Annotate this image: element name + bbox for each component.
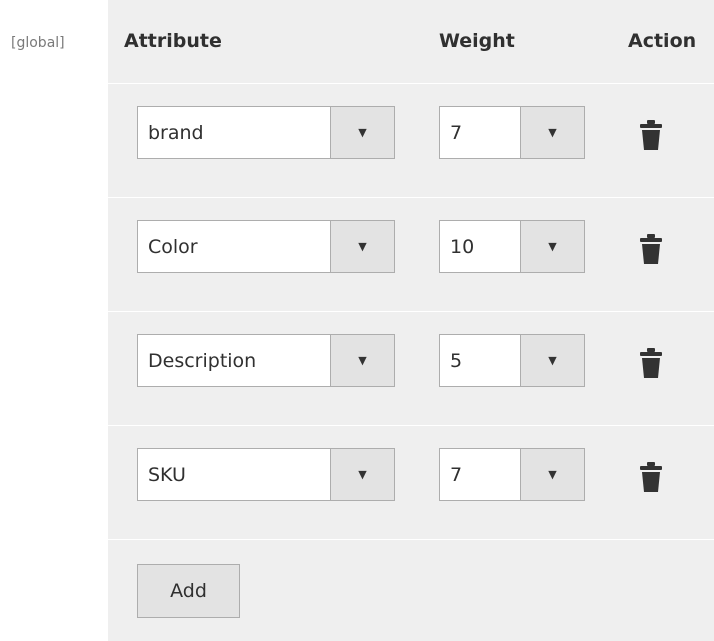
attribute-select-value: brand: [148, 121, 204, 144]
chevron-down-icon[interactable]: ▼: [520, 449, 584, 500]
trash-icon[interactable]: [639, 462, 663, 492]
column-header-action: Action: [628, 30, 697, 52]
chevron-down-icon[interactable]: ▼: [520, 221, 584, 272]
attribute-select[interactable]: Description ▼: [137, 334, 395, 387]
chevron-down-icon[interactable]: ▼: [520, 107, 584, 158]
attribute-select[interactable]: Color ▼: [137, 220, 395, 273]
weight-select-value: 5: [450, 349, 463, 372]
add-button[interactable]: Add: [137, 564, 240, 618]
attribute-select-value: SKU: [148, 463, 186, 486]
weight-select[interactable]: 7 ▼: [439, 448, 585, 501]
chevron-down-icon[interactable]: ▼: [330, 335, 394, 386]
chevron-down-icon[interactable]: ▼: [330, 107, 394, 158]
weight-select[interactable]: 10 ▼: [439, 220, 585, 273]
chevron-down-icon[interactable]: ▼: [520, 335, 584, 386]
attribute-select-value: Color: [148, 235, 198, 258]
weight-select[interactable]: 5 ▼: [439, 334, 585, 387]
trash-icon[interactable]: [639, 120, 663, 150]
column-header-weight: Weight: [439, 30, 515, 52]
table-row: Description ▼ 5 ▼: [108, 312, 714, 426]
trash-icon[interactable]: [639, 234, 663, 264]
table-row: SKU ▼ 7 ▼: [108, 426, 714, 540]
table-header: Attribute Weight Action: [108, 0, 714, 84]
table-row: brand ▼ 7 ▼: [108, 84, 714, 198]
weight-select-value: 10: [450, 235, 475, 258]
weight-select-value: 7: [450, 121, 463, 144]
add-row: Add: [108, 540, 714, 640]
chevron-down-icon[interactable]: ▼: [330, 221, 394, 272]
weight-select-value: 7: [450, 463, 463, 486]
trash-icon[interactable]: [639, 348, 663, 378]
attribute-select[interactable]: SKU ▼: [137, 448, 395, 501]
chevron-down-icon[interactable]: ▼: [330, 449, 394, 500]
table-row: Color ▼ 10 ▼: [108, 198, 714, 312]
scope-label: [global]: [11, 35, 65, 51]
attribute-weight-table: Attribute Weight Action brand ▼ 7 ▼ Colo…: [108, 0, 714, 641]
attribute-select-value: Description: [148, 349, 257, 372]
weight-select[interactable]: 7 ▼: [439, 106, 585, 159]
attribute-select[interactable]: brand ▼: [137, 106, 395, 159]
column-header-attribute: Attribute: [124, 30, 222, 52]
